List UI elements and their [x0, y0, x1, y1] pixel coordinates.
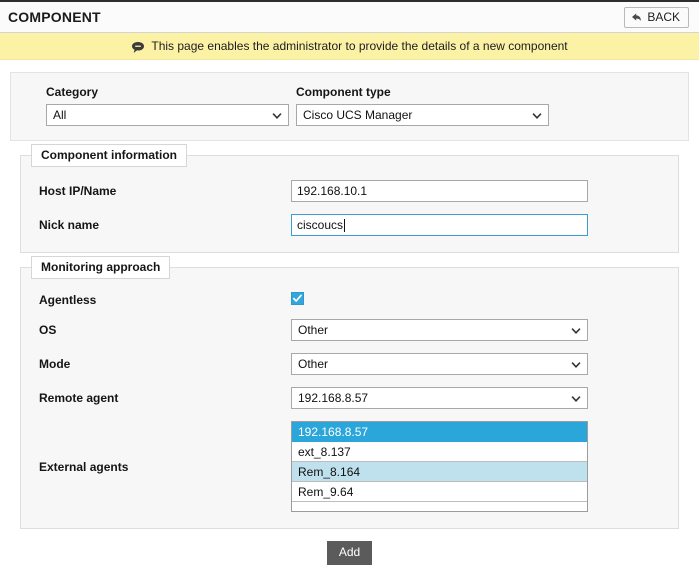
- agentless-label: Agentless: [39, 292, 97, 307]
- agentless-field-wrap: [291, 292, 678, 307]
- nick-row: Nick name ciscoucs: [21, 214, 678, 236]
- agentless-row: Agentless: [21, 292, 678, 307]
- chevron-down-icon: [272, 110, 282, 120]
- nick-label: Nick name: [39, 218, 100, 232]
- component-type-group: Component type Cisco UCS Manager: [281, 85, 571, 126]
- os-row: OS Other: [21, 319, 678, 341]
- remote-agent-field-wrap: 192.168.8.57: [291, 387, 678, 409]
- mode-select[interactable]: Other: [291, 353, 588, 375]
- chevron-down-icon: [571, 325, 581, 335]
- component-information-body: Host IP/Name 192.168.10.1 Nick name cisc…: [21, 156, 678, 252]
- monitoring-approach-legend: Monitoring approach: [31, 256, 171, 279]
- external-agent-option-empty: [292, 502, 587, 511]
- info-banner: This page enables the administrator to p…: [0, 33, 699, 60]
- nick-field-wrap: ciscoucs: [291, 214, 678, 236]
- mode-row: Mode Other: [21, 353, 678, 375]
- remote-agent-row: Remote agent 192.168.8.57: [21, 387, 678, 409]
- monitoring-approach-body: Agentless OS Other Mode Other Remote age…: [21, 268, 678, 528]
- category-group: Category All: [11, 85, 289, 126]
- agentless-checkbox[interactable]: [291, 292, 304, 305]
- host-input-value: 192.168.10.1: [297, 184, 368, 198]
- page-header: COMPONENT BACK: [0, 2, 699, 33]
- back-arrow-icon: [631, 12, 642, 23]
- component-type-label: Component type: [296, 85, 391, 99]
- external-agents-label: External agents: [39, 459, 129, 474]
- external-agents-listbox[interactable]: 192.168.8.57 ext_8.137 Rem_8.164 Rem_9.64: [291, 421, 588, 512]
- external-agents-row: External agents 192.168.8.57 ext_8.137 Rem…: [21, 421, 678, 512]
- mode-label: Mode: [39, 357, 71, 371]
- page-title: COMPONENT: [8, 9, 101, 25]
- component-information-fieldset: Component information Host IP/Name 192.1…: [20, 144, 679, 253]
- host-row: Host IP/Name 192.168.10.1: [21, 180, 678, 202]
- category-select-value: All: [53, 108, 67, 122]
- chevron-down-icon: [571, 393, 581, 403]
- selector-panel: Category All Component type Cisco UCS Ma…: [10, 72, 689, 141]
- checkmark-icon: [292, 294, 302, 302]
- footer: Add: [0, 541, 699, 565]
- nick-input-value: ciscoucs: [297, 218, 344, 232]
- mode-select-value: Other: [298, 357, 329, 371]
- remote-agent-select-value: 192.168.8.57: [298, 391, 369, 405]
- back-button-label: BACK: [647, 9, 680, 24]
- component-type-select-value: Cisco UCS Manager: [303, 108, 413, 122]
- chevron-down-icon: [571, 359, 581, 369]
- add-button[interactable]: Add: [326, 541, 373, 565]
- remote-agent-label: Remote agent: [39, 391, 119, 405]
- category-select[interactable]: All: [46, 104, 289, 126]
- host-label: Host IP/Name: [39, 184, 117, 198]
- external-agent-option[interactable]: Rem_9.64: [292, 482, 587, 502]
- category-label: Category: [46, 85, 99, 99]
- comment-bubble-icon: [131, 41, 145, 55]
- os-select[interactable]: Other: [291, 319, 588, 341]
- back-button[interactable]: BACK: [624, 6, 689, 28]
- external-agent-option[interactable]: 192.168.8.57: [292, 422, 587, 442]
- os-label: OS: [39, 323, 57, 337]
- os-select-value: Other: [298, 323, 329, 337]
- external-agent-option[interactable]: ext_8.137: [292, 442, 587, 462]
- os-field-wrap: Other: [291, 319, 678, 341]
- nick-input[interactable]: ciscoucs: [291, 214, 588, 236]
- info-banner-message: This page enables the administrator to p…: [151, 39, 568, 53]
- external-agents-field-wrap: 192.168.8.57 ext_8.137 Rem_8.164 Rem_9.64: [291, 421, 678, 512]
- external-agent-option[interactable]: Rem_8.164: [292, 462, 587, 482]
- chevron-down-icon: [532, 110, 542, 120]
- remote-agent-select[interactable]: 192.168.8.57: [291, 387, 588, 409]
- host-field-wrap: 192.168.10.1: [291, 180, 678, 202]
- mode-field-wrap: Other: [291, 353, 678, 375]
- monitoring-approach-fieldset: Monitoring approach Agentless OS Other M…: [20, 256, 679, 529]
- host-input[interactable]: 192.168.10.1: [291, 180, 588, 202]
- component-type-select[interactable]: Cisco UCS Manager: [296, 104, 549, 126]
- text-caret: [344, 218, 346, 232]
- component-information-legend: Component information: [31, 144, 187, 167]
